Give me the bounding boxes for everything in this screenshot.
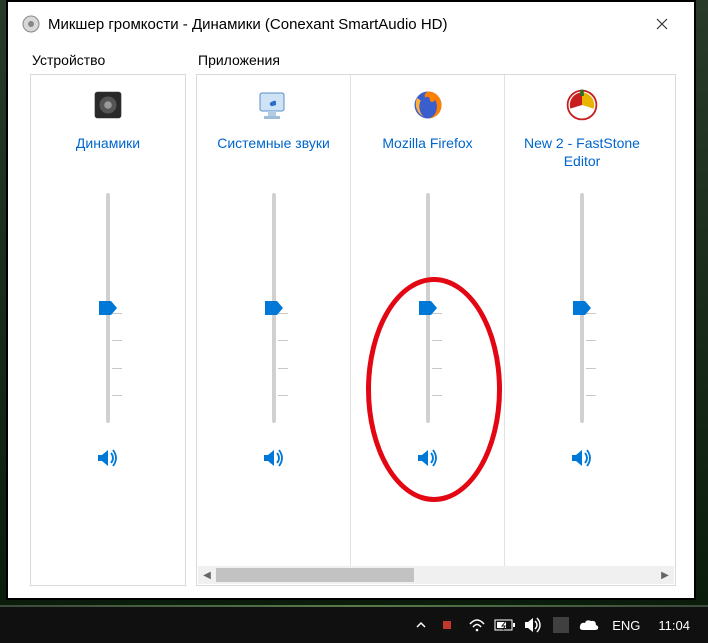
mute-button[interactable] (567, 445, 597, 471)
firefox-icon[interactable] (408, 85, 448, 125)
app-icon (22, 15, 40, 33)
window-title: Микшер громкости - Динамики (Conexant Sm… (48, 16, 640, 33)
device-box: Динамики (30, 74, 186, 586)
language-indicator[interactable]: ENG (606, 618, 646, 633)
system-sounds-icon[interactable] (254, 85, 294, 125)
channel-name[interactable]: New 2 - FastStone Editor (509, 135, 655, 173)
mute-button[interactable] (259, 445, 289, 471)
battery-icon[interactable] (494, 614, 516, 636)
slider-thumb[interactable] (419, 301, 437, 315)
volume-slider[interactable] (254, 193, 294, 423)
channel-firefox: Mozilla Firefox (351, 75, 505, 567)
channel-name[interactable]: Mozilla Firefox (382, 135, 472, 173)
device-section-label: Устройство (30, 52, 186, 68)
scroll-thumb[interactable] (216, 568, 414, 582)
tray-user-icon[interactable] (550, 614, 572, 636)
slider-thumb[interactable] (573, 301, 591, 315)
volume-slider[interactable] (408, 193, 448, 423)
slider-thumb[interactable] (99, 301, 117, 315)
slider-thumb[interactable] (265, 301, 283, 315)
tray-app-icon[interactable] (438, 614, 460, 636)
mixer-content: Устройство Динамики (12, 42, 690, 594)
channel-device: Динамики (31, 75, 185, 585)
volume-icon[interactable] (522, 614, 544, 636)
mute-button[interactable] (93, 445, 123, 471)
apps-box: Системные звуки (196, 74, 676, 586)
scroll-right-button[interactable]: ▶ (656, 566, 674, 584)
taskbar: ENG 11:04 (0, 607, 708, 643)
clock[interactable]: 11:04 (652, 618, 696, 633)
volume-slider[interactable] (88, 193, 128, 423)
channel-system-sounds: Системные звуки (197, 75, 351, 567)
mute-button[interactable] (413, 445, 443, 471)
volume-slider[interactable] (562, 193, 602, 423)
titlebar: Микшер громкости - Динамики (Conexant Sm… (12, 6, 690, 42)
speaker-device-icon[interactable] (88, 85, 128, 125)
faststone-icon[interactable] (562, 85, 602, 125)
apps-section-label: Приложения (196, 52, 676, 68)
channel-faststone: New 2 - FastStone Editor (505, 75, 659, 567)
tray-overflow-icon[interactable] (410, 614, 432, 636)
horizontal-scrollbar[interactable]: ◀ ▶ (198, 566, 674, 584)
channel-name[interactable]: Динамики (76, 135, 140, 173)
wifi-icon[interactable] (466, 614, 488, 636)
onedrive-icon[interactable] (578, 614, 600, 636)
scroll-track[interactable] (216, 566, 656, 584)
volume-mixer-window: Микшер громкости - Динамики (Conexant Sm… (12, 6, 690, 594)
channel-name[interactable]: Системные звуки (217, 135, 330, 173)
close-button[interactable] (640, 9, 684, 39)
scroll-left-button[interactable]: ◀ (198, 566, 216, 584)
